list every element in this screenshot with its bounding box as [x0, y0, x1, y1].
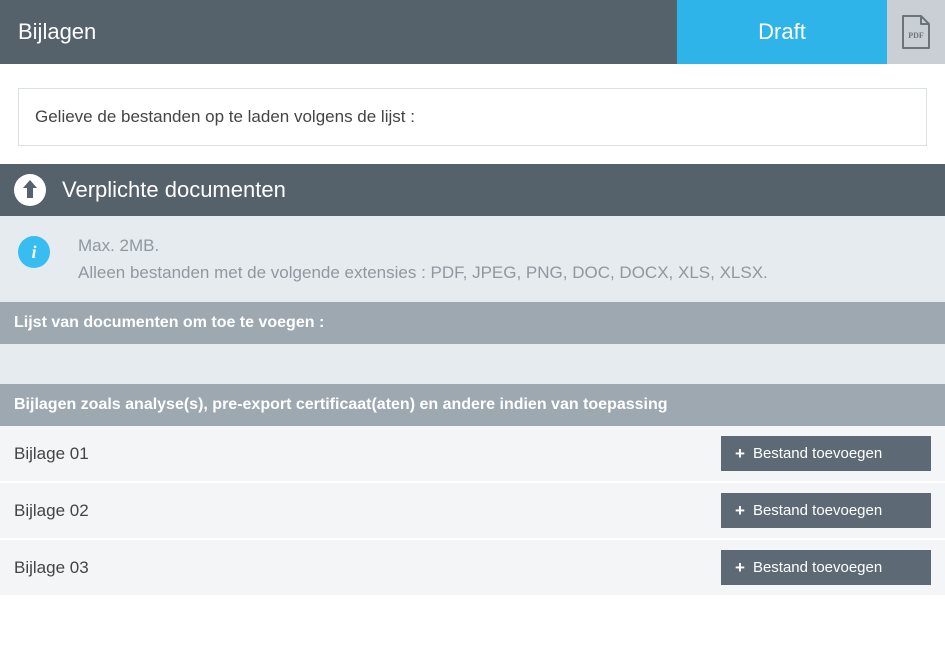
- add-file-button[interactable]: + Bestand toevoegen: [721, 493, 931, 528]
- add-file-button-label: Bestand toevoegen: [753, 445, 882, 462]
- pdf-icon: PDF: [901, 14, 931, 50]
- add-file-button-label: Bestand toevoegen: [753, 559, 882, 576]
- group-header: Bijlagen zoals analyse(s), pre-export ce…: [0, 384, 945, 426]
- info-icon: i: [18, 236, 50, 268]
- list-header: Lijst van documenten om toe te voegen :: [0, 302, 945, 344]
- add-file-button[interactable]: + Bestand toevoegen: [721, 436, 931, 471]
- attachment-row: Bijlage 02 + Bestand toevoegen: [0, 483, 945, 540]
- attachments-list: Bijlage 01+Bestand toevoegenBijlage 02+B…: [0, 426, 945, 597]
- add-file-button[interactable]: + Bestand toevoegen: [721, 550, 931, 585]
- info-banner: i Max. 2MB. Alleen bestanden met de volg…: [0, 216, 945, 302]
- page-header: Bijlagen Draft PDF: [0, 0, 945, 64]
- attachment-label: Bijlage 02: [14, 501, 89, 521]
- section-header-required-documents[interactable]: Verplichte documenten: [0, 164, 945, 216]
- add-file-button-label: Bestand toevoegen: [753, 502, 882, 519]
- instruction-text: Gelieve de bestanden op te laden volgens…: [18, 88, 927, 146]
- attachment-row: Bijlage 01 + Bestand toevoegen: [0, 426, 945, 483]
- attachment-label: Bijlage 03: [14, 558, 89, 578]
- collapse-up-icon: [12, 172, 48, 208]
- plus-icon: +: [735, 559, 745, 576]
- svg-text:PDF: PDF: [908, 31, 924, 40]
- page-title: Bijlagen: [0, 0, 677, 64]
- plus-icon: +: [735, 502, 745, 519]
- spacer: [0, 344, 945, 384]
- section-title: Verplichte documenten: [62, 177, 286, 203]
- attachment-row: Bijlage 03 + Bestand toevoegen: [0, 540, 945, 597]
- attachment-label: Bijlage 01: [14, 444, 89, 464]
- status-badge: Draft: [677, 0, 887, 64]
- plus-icon: +: [735, 445, 745, 462]
- export-pdf-button[interactable]: PDF: [887, 0, 945, 64]
- info-line-1: Max. 2MB.: [78, 232, 768, 259]
- info-text: Max. 2MB. Alleen bestanden met de volgen…: [78, 232, 768, 286]
- info-line-2: Alleen bestanden met de volgende extensi…: [78, 259, 768, 286]
